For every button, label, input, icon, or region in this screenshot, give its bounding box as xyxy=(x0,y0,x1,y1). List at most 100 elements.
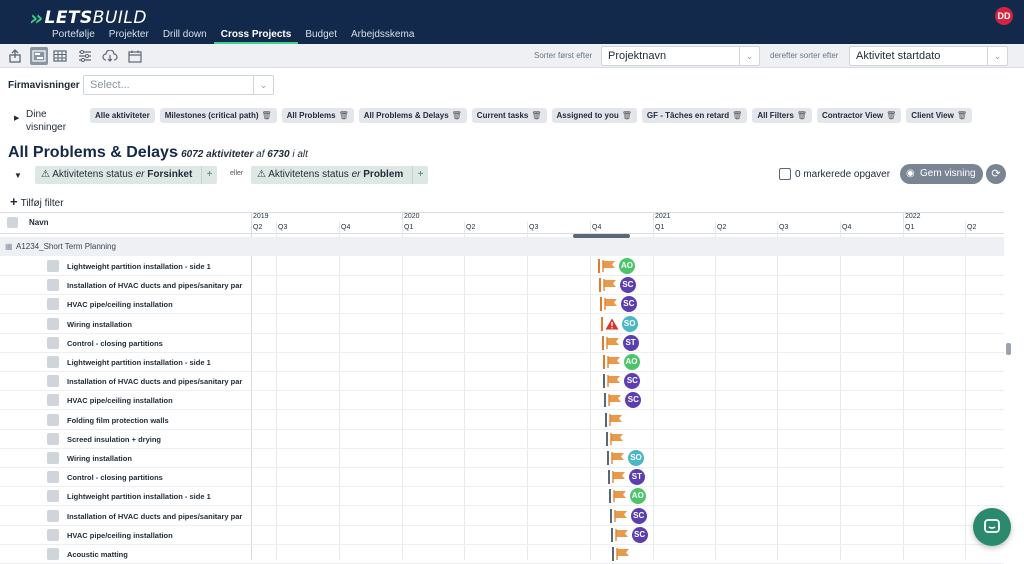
saved-view-chip[interactable]: GF - Tâches en retard 🗑 xyxy=(641,108,748,123)
name-column-header[interactable]: Navn xyxy=(29,218,49,227)
group-row[interactable] xyxy=(0,237,1004,256)
row-checkbox[interactable] xyxy=(47,356,59,368)
delay-flag-icon[interactable] xyxy=(614,528,629,541)
task-bar[interactable] xyxy=(607,470,610,485)
nav-tab[interactable]: Portefølje xyxy=(45,28,102,44)
assignee-avatar[interactable]: AO xyxy=(619,258,635,274)
save-view-button[interactable]: ◉ Gem visning xyxy=(900,164,983,184)
task-bar[interactable] xyxy=(606,431,609,446)
row-checkbox[interactable] xyxy=(47,413,59,426)
task-name[interactable]: Control - closing partitions xyxy=(67,473,251,482)
settings-sliders-icon[interactable] xyxy=(76,47,94,65)
row-checkbox[interactable] xyxy=(47,548,59,560)
saved-view-chip[interactable]: Contractor View 🗑 xyxy=(816,108,902,123)
delay-flag-icon[interactable] xyxy=(608,394,622,407)
saved-view-chip[interactable]: Current tasks 🗑 xyxy=(471,108,547,123)
trash-icon[interactable]: 🗑 xyxy=(339,111,349,120)
saved-view-chip[interactable]: All Problems 🗑 xyxy=(281,108,354,123)
user-avatar[interactable]: DD xyxy=(995,7,1013,25)
nav-tab[interactable]: Budget xyxy=(298,28,344,44)
delay-flag-icon[interactable] xyxy=(615,548,630,560)
assignee-avatar[interactable]: SO xyxy=(628,450,644,466)
row-checkbox[interactable] xyxy=(47,298,59,311)
task-name[interactable]: Installation of HVAC ducts and pipes/san… xyxy=(67,281,251,290)
delay-flag-icon[interactable] xyxy=(603,279,617,292)
task-name[interactable]: Lightweight partition installation - sid… xyxy=(67,262,251,271)
firma-select[interactable]: Select... ⌄ xyxy=(83,75,274,95)
task-name[interactable]: Wiring installation xyxy=(67,454,251,463)
task-name[interactable]: HVAC pipe/ceiling installation xyxy=(67,531,251,540)
task-name[interactable]: HVAC pipe/ceiling installation xyxy=(67,300,251,309)
filter-chip-forsinket[interactable]: ⚠ Aktivitetens status er Forsinket + xyxy=(35,166,218,184)
nav-tab[interactable]: Drill down xyxy=(156,28,214,44)
row-checkbox[interactable] xyxy=(47,336,59,349)
delay-flag-icon[interactable] xyxy=(610,432,624,445)
task-bar[interactable] xyxy=(608,489,611,504)
letsbuild-logo[interactable]: ›› LETSBUILD xyxy=(30,6,147,30)
table-view-icon[interactable] xyxy=(51,47,69,65)
delay-flag-icon[interactable] xyxy=(605,336,620,349)
assignee-avatar[interactable]: ST xyxy=(628,469,645,486)
nav-tab[interactable]: Cross Projects xyxy=(213,28,299,44)
task-name[interactable]: Wiring installation xyxy=(67,320,251,329)
problem-warning-icon[interactable] xyxy=(605,318,619,330)
task-bar[interactable] xyxy=(604,393,607,408)
collapse-filters-icon[interactable]: ▼ xyxy=(14,171,22,180)
trash-icon[interactable]: 🗑 xyxy=(531,111,541,120)
row-checkbox[interactable] xyxy=(47,394,59,407)
group-summary-bar[interactable] xyxy=(573,234,630,238)
cloud-download-icon[interactable] xyxy=(101,47,119,65)
delay-flag-icon[interactable] xyxy=(604,298,618,311)
add-condition-icon[interactable]: + xyxy=(412,166,428,184)
select-all-checkbox[interactable] xyxy=(7,217,18,228)
sort-then-select[interactable]: Aktivitet startdato ⌄ xyxy=(849,46,1008,66)
trash-icon[interactable]: 🗑 xyxy=(797,111,807,120)
sort-first-select[interactable]: Projektnavn ⌄ xyxy=(601,46,760,66)
task-bar[interactable] xyxy=(601,335,604,350)
trash-icon[interactable]: 🗑 xyxy=(732,111,742,120)
saved-view-chip[interactable]: All Filters 🗑 xyxy=(752,108,812,123)
delay-flag-icon[interactable] xyxy=(613,490,627,503)
assignee-avatar[interactable]: AO xyxy=(623,354,640,370)
delay-flag-icon[interactable] xyxy=(612,471,626,484)
saved-view-chip[interactable]: Milestones (critical path) 🗑 xyxy=(159,108,277,123)
filter-chip-problem[interactable]: ⚠ Aktivitetens status er Problem + xyxy=(251,166,429,184)
row-checkbox[interactable] xyxy=(47,279,59,292)
delay-flag-icon[interactable] xyxy=(609,413,623,426)
row-checkbox[interactable] xyxy=(47,490,59,503)
task-name[interactable]: Screed insulation + drying xyxy=(67,435,251,444)
trash-icon[interactable]: 🗑 xyxy=(262,111,272,120)
task-name[interactable]: Control - closing partitions xyxy=(67,339,251,348)
saved-view-chip[interactable]: Client View 🗑 xyxy=(906,108,972,123)
row-checkbox[interactable] xyxy=(47,528,59,541)
task-bar[interactable] xyxy=(600,316,603,331)
task-name[interactable]: Lightweight partition installation - sid… xyxy=(67,358,251,367)
assignee-avatar[interactable]: SC xyxy=(631,526,648,543)
assignee-avatar[interactable]: ST xyxy=(622,334,639,351)
task-name[interactable]: Acoustic matting xyxy=(67,550,251,559)
trash-icon[interactable]: 🗑 xyxy=(886,111,896,120)
assignee-avatar[interactable]: SO xyxy=(621,315,638,332)
saved-view-chip[interactable]: Assigned to you 🗑 xyxy=(551,108,637,123)
task-bar[interactable] xyxy=(609,508,612,523)
trash-icon[interactable]: 🗑 xyxy=(957,111,967,120)
row-checkbox[interactable] xyxy=(47,317,59,330)
delay-flag-icon[interactable] xyxy=(607,375,621,388)
marked-tasks-checkbox[interactable] xyxy=(779,168,791,180)
delay-flag-icon[interactable] xyxy=(606,356,621,368)
task-name[interactable]: Installation of HVAC ducts and pipes/san… xyxy=(67,512,251,521)
task-bar[interactable] xyxy=(610,527,613,542)
export-icon[interactable] xyxy=(6,47,24,65)
task-name[interactable]: Lightweight partition installation - sid… xyxy=(67,492,251,501)
delay-flag-icon[interactable] xyxy=(614,509,628,522)
chat-support-button[interactable] xyxy=(973,508,1011,546)
task-bar[interactable] xyxy=(598,278,601,293)
assignee-avatar[interactable]: SC xyxy=(619,277,636,294)
row-checkbox[interactable] xyxy=(47,452,59,464)
row-checkbox[interactable] xyxy=(47,509,59,522)
assignee-avatar[interactable]: SC xyxy=(630,507,647,524)
calendar-icon[interactable] xyxy=(126,47,144,65)
delay-flag-icon[interactable] xyxy=(611,452,625,464)
task-name[interactable]: HVAC pipe/ceiling installation xyxy=(67,396,251,405)
trash-icon[interactable]: 🗑 xyxy=(622,111,632,120)
